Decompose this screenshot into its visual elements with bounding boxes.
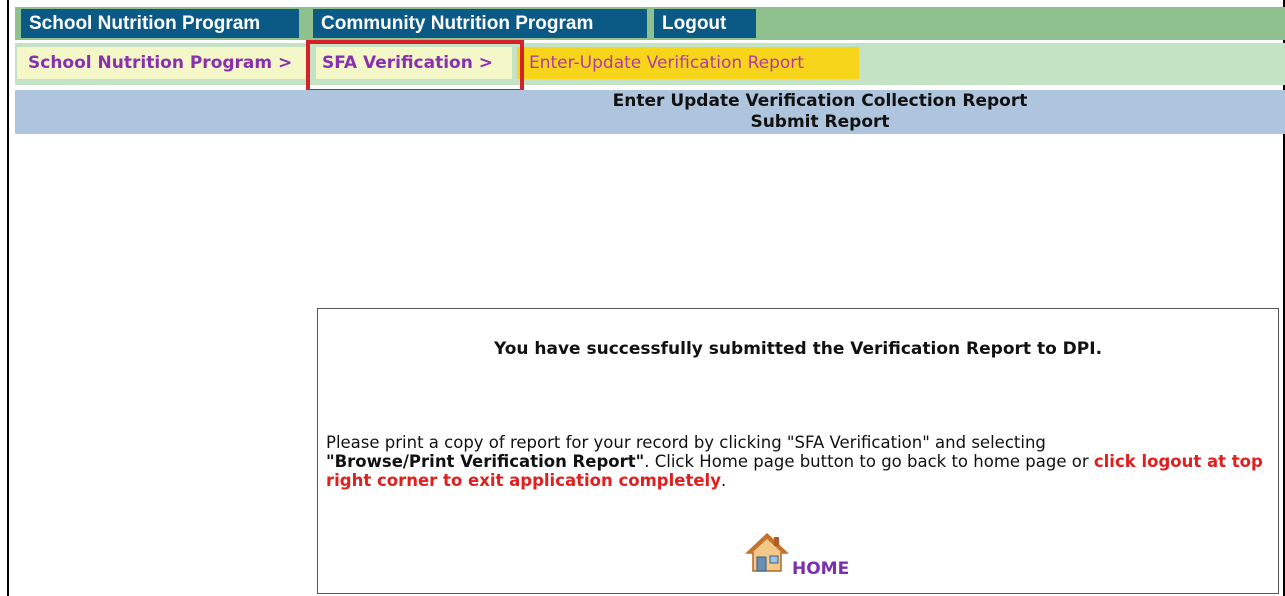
instruction-end: . [720, 471, 727, 490]
breadcrumb-current-page: Enter-Update Verification Report [517, 47, 859, 79]
instruction-part2: . Click Home page button to go back to h… [644, 452, 1094, 471]
nav-community-nutrition-program[interactable]: Community Nutrition Program [313, 9, 647, 38]
highlight-box [306, 40, 524, 93]
breadcrumb: School Nutrition Program > SFA Verificat… [15, 43, 1285, 85]
instruction-text: Please print a copy of report for your r… [326, 433, 1272, 490]
instruction-bold: "Browse/Print Verification Report" [326, 452, 645, 471]
page-subtitle: Submit Report [750, 112, 890, 132]
house-icon [745, 532, 789, 572]
nav-logout[interactable]: Logout [654, 9, 756, 38]
confirmation-message: You have successfully submitted the Veri… [493, 339, 1103, 359]
page-title: Enter Update Verification Collection Rep… [612, 91, 1028, 111]
instruction-part1: Please print a copy of report for your r… [326, 433, 1046, 452]
nav-school-nutrition-program[interactable]: School Nutrition Program [21, 9, 299, 38]
top-navigation: School Nutrition Program Community Nutri… [15, 7, 1285, 40]
home-label: HOME [792, 559, 850, 579]
confirmation-panel: You have successfully submitted the Veri… [317, 308, 1279, 594]
page-header: Enter Update Verification Collection Rep… [15, 90, 1285, 134]
breadcrumb-school-nutrition-program[interactable]: School Nutrition Program > [17, 47, 310, 79]
